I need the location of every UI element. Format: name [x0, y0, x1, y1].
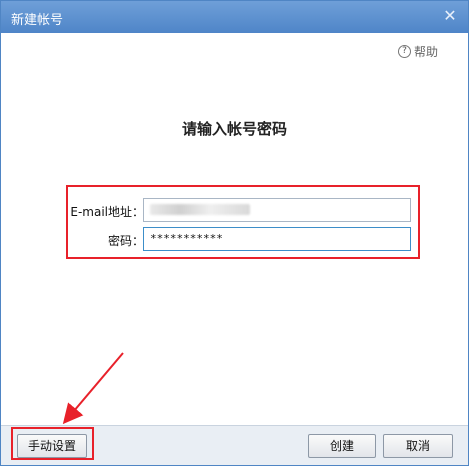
title-bar[interactable]: 新建帐号 ✕ [1, 1, 468, 33]
email-row: E-mail地址： [68, 198, 418, 222]
close-icon[interactable]: ✕ [442, 8, 458, 24]
page-title: 请输入帐号密码 [181, 120, 287, 138]
create-button[interactable]: 创建 [308, 434, 376, 458]
password-field[interactable]: *********** [143, 227, 411, 251]
password-label: 密码： [107, 234, 144, 248]
question-icon: ? [397, 45, 411, 58]
window-title: 新建帐号 [11, 13, 64, 28]
redacted-email-mask [150, 204, 250, 215]
email-field[interactable] [143, 198, 411, 222]
password-row: 密码： *********** [68, 227, 418, 251]
email-label: E-mail地址： [70, 205, 144, 219]
dialog-body: ? 帮助 请输入帐号密码 E-mail地址： 密码： *********** [1, 33, 468, 425]
manual-setup-highlight [11, 427, 94, 460]
help-label: 帮助 [413, 45, 438, 59]
cancel-button[interactable]: 取消 [383, 434, 453, 458]
help-link[interactable]: ? 帮助 [397, 43, 438, 60]
credentials-box: E-mail地址： 密码： *********** [66, 185, 420, 259]
new-account-dialog: 新建帐号 ✕ ? 帮助 请输入帐号密码 E-mail地址： 密码： ******… [0, 0, 469, 466]
